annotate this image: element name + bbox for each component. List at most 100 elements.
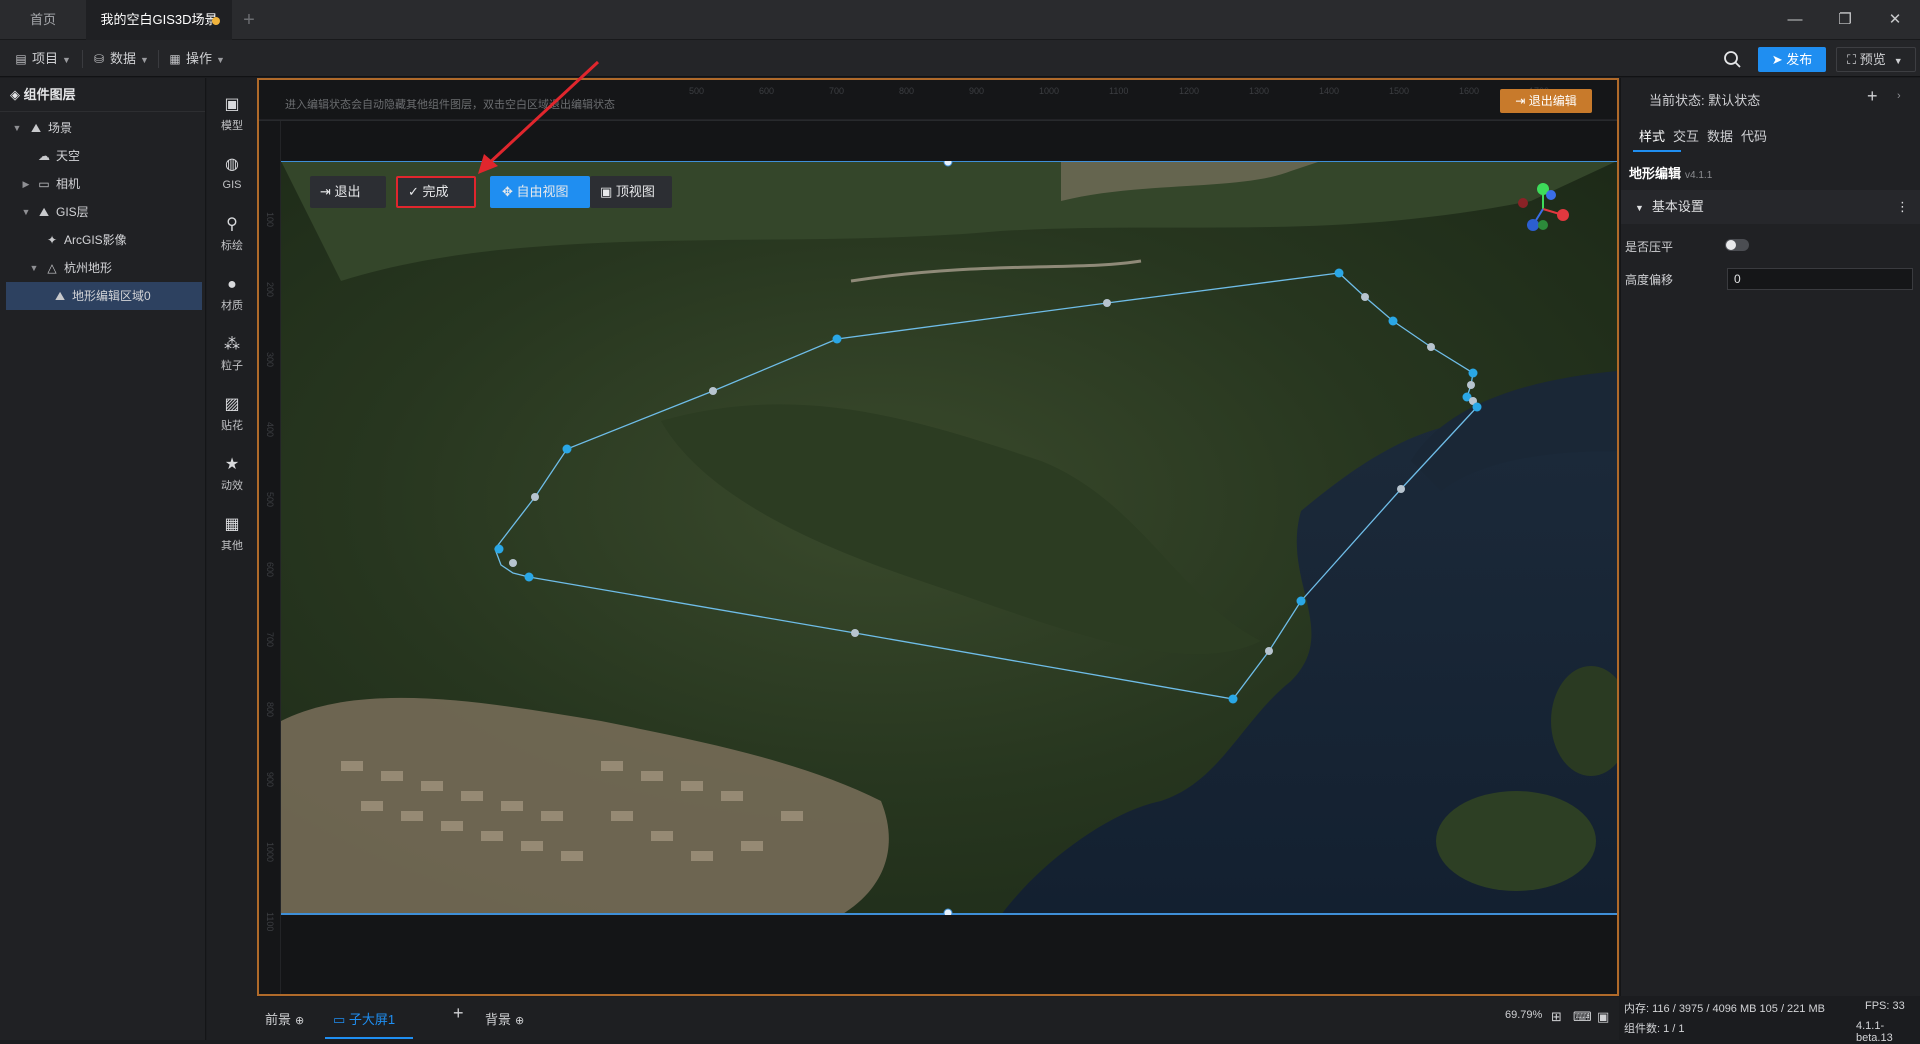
database-icon: ⛁: [93, 52, 105, 66]
layers-panel-header: ◈ 组件图层: [0, 78, 205, 112]
search-button[interactable]: [1719, 47, 1745, 71]
tree-item-camera[interactable]: ▶ ▭ 相机: [0, 170, 205, 198]
height-offset-label: 高度偏移: [1625, 273, 1674, 287]
tree-item-label: 天空: [56, 149, 81, 163]
preview-button[interactable]: ⛶ 预览 ▼: [1836, 47, 1916, 72]
preview-label: 预览: [1859, 52, 1886, 67]
height-offset-input[interactable]: [1727, 268, 1913, 290]
tool-effect[interactable]: ★ 动效: [207, 448, 257, 506]
fit-screen-icon[interactable]: ⊞: [1551, 1009, 1562, 1025]
svg-text:1100: 1100: [265, 912, 275, 931]
tool-strip: ▣ 模型 ◍ GIS ⚲ 标绘 ● 材质 ⁂ 粒子 ▨ 贴花 ★ 动效 ▦ 其他: [207, 78, 257, 1040]
divider: [158, 50, 159, 68]
add-circle-icon[interactable]: ⊕: [515, 1015, 524, 1027]
keyboard-icon[interactable]: ⌨: [1573, 1009, 1592, 1025]
send-icon: ➤: [1771, 52, 1787, 67]
tab-interaction[interactable]: 交互: [1673, 126, 1699, 145]
tool-other[interactable]: ▦ 其他: [207, 508, 257, 566]
active-tab-indicator: [1633, 150, 1681, 152]
subscreen-tab[interactable]: ▭ 子大屏1: [325, 1009, 414, 1039]
publish-button[interactable]: ➤ 发布: [1758, 47, 1826, 72]
more-icon[interactable]: ⋮: [1896, 190, 1909, 224]
scene-icon: ⛰: [30, 121, 42, 135]
folder-icon: ▭: [38, 177, 50, 191]
screen-icon: ▭: [333, 1012, 349, 1027]
layers-icon: ◈: [10, 87, 24, 102]
tree-item-sky[interactable]: ☁ 天空: [0, 142, 205, 170]
resize-handle[interactable]: [943, 161, 953, 167]
svg-text:700: 700: [829, 86, 844, 96]
exit-edit-label: 退出编辑: [1528, 94, 1577, 108]
tree-item-scene[interactable]: ▼ ⛰ 场景: [0, 114, 205, 142]
flatten-label: 是否压平: [1625, 240, 1674, 254]
map-done-button[interactable]: ✓ 完成: [396, 176, 476, 208]
add-circle-icon[interactable]: ⊕: [295, 1015, 304, 1027]
add-tab-button[interactable]: +: [236, 0, 262, 40]
tree-item-label: 相机: [56, 177, 81, 191]
gis-layer-icon: ⛰: [38, 205, 50, 219]
foreground-label: 前景: [265, 1012, 292, 1027]
component-title: 地形编辑 v4.1.1: [1629, 163, 1712, 182]
map-exit-label: 退出: [334, 184, 361, 199]
add-screen-button[interactable]: +: [453, 1003, 464, 1024]
section-basic-settings[interactable]: ▼ 基本设置 ⋮: [1621, 190, 1920, 224]
terrain-map[interactable]: [281, 161, 1617, 915]
tool-marker[interactable]: ⚲ 标绘: [207, 208, 257, 266]
tool-decal[interactable]: ▨ 贴花: [207, 388, 257, 446]
move-icon: ✥: [502, 184, 517, 199]
island: [1436, 791, 1596, 891]
tree-item-terrain[interactable]: ▼ △ 杭州地形: [0, 254, 205, 282]
top-view-button[interactable]: ▣ 顶视图: [590, 176, 672, 208]
map-exit-button[interactable]: ⇥ 退出: [310, 176, 386, 208]
svg-text:800: 800: [899, 86, 914, 96]
current-state: 当前状态: 默认状态: [1649, 93, 1761, 108]
chevron-right-icon[interactable]: ›: [1897, 90, 1901, 102]
map-done-label: 完成: [422, 184, 449, 199]
background-tab[interactable]: 背景 ⊕: [485, 1009, 524, 1028]
tab-data[interactable]: 数据: [1707, 126, 1733, 145]
tab-home[interactable]: 首页: [0, 0, 86, 40]
zoom-level: 69.79%: [1505, 1009, 1543, 1021]
svg-text:800: 800: [265, 702, 275, 717]
tree-item-label: ArcGIS影像: [64, 233, 127, 247]
menu-project[interactable]: ▤ 项目 ▼: [14, 48, 71, 70]
sky-icon: ☁: [38, 149, 50, 163]
tool-gis[interactable]: ◍ GIS: [207, 148, 257, 206]
terminal-icon[interactable]: ▣: [1597, 1009, 1609, 1025]
tree-item-arcgis[interactable]: ✦ ArcGIS影像: [0, 226, 205, 254]
svg-text:200: 200: [265, 282, 275, 297]
add-state-button[interactable]: +: [1867, 86, 1878, 107]
svg-text:500: 500: [265, 492, 275, 507]
divider: [82, 50, 83, 68]
tool-model[interactable]: ▣ 模型: [207, 88, 257, 146]
decal-icon: ▨: [224, 396, 240, 413]
tool-material[interactable]: ● 材质: [207, 268, 257, 326]
minimize-button[interactable]: —: [1770, 0, 1820, 40]
menu-operate[interactable]: ▦ 操作 ▼: [168, 48, 225, 70]
tree-item-gis-layer[interactable]: ▼ ⛰ GIS层: [0, 198, 205, 226]
free-view-button[interactable]: ✥ 自由视图: [490, 176, 590, 208]
document-icon: ▤: [15, 52, 27, 66]
resize-handle[interactable]: [943, 908, 953, 915]
restore-button[interactable]: ❐: [1820, 0, 1870, 40]
component-name: 地形编辑: [1629, 166, 1682, 181]
svg-text:600: 600: [759, 86, 774, 96]
editor-canvas[interactable]: 500 600 700 800 900 1000 1100 1200 1300 1400 1500 1…: [257, 78, 1619, 996]
tree-item-terrain-edit[interactable]: ⛰ 地形编辑区域0: [6, 282, 202, 310]
ruler-left-ticks: 100 200 300 400 500 600 700 800 900 1000…: [265, 212, 275, 931]
tool-label: 粒子: [221, 360, 243, 372]
tool-particle[interactable]: ⁂ 粒子: [207, 328, 257, 386]
menu-data[interactable]: ⛁ 数据 ▼: [92, 48, 149, 70]
exit-edit-button[interactable]: ⇥ 退出编辑: [1500, 89, 1592, 113]
close-button[interactable]: ✕: [1870, 0, 1920, 40]
map-viewport[interactable]: [281, 161, 1617, 915]
svg-text:1100: 1100: [1109, 86, 1128, 96]
foreground-tab[interactable]: 前景 ⊕: [265, 1009, 304, 1028]
tab-scene[interactable]: 我的空白GIS3D场景: [86, 0, 232, 40]
svg-text:1000: 1000: [1039, 86, 1059, 96]
svg-text:1000: 1000: [265, 842, 275, 862]
flatten-toggle[interactable]: [1725, 239, 1749, 251]
tab-code[interactable]: 代码: [1741, 126, 1767, 145]
particle-icon: ⁂: [224, 336, 240, 353]
tab-style[interactable]: 样式: [1639, 126, 1665, 145]
